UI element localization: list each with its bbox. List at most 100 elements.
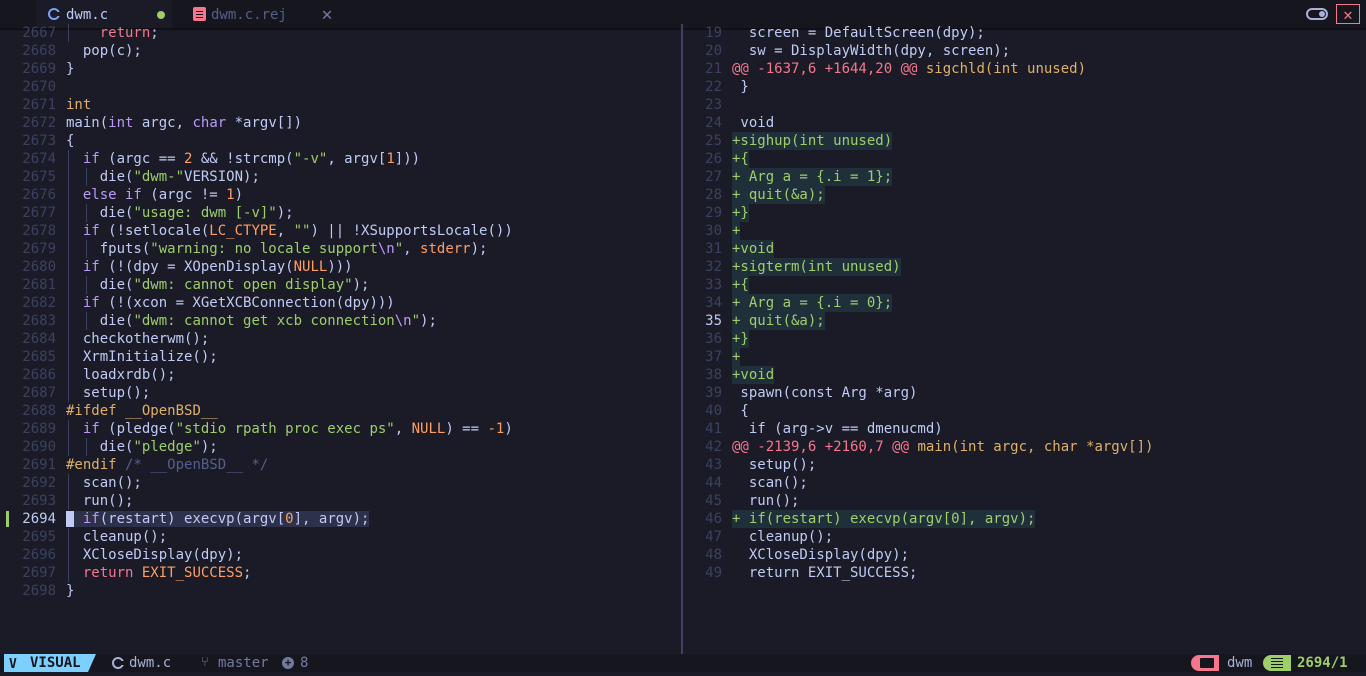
- code-line[interactable]: 2696 XCloseDisplay(dpy);: [0, 546, 681, 564]
- line-number: 22: [705, 79, 722, 95]
- code-line[interactable]: 2681 die("dwm: cannot open display");: [0, 276, 681, 294]
- line-number: 2687: [22, 385, 56, 401]
- code-line[interactable]: 2692 scan();: [0, 474, 681, 492]
- current-code-line[interactable]: 2694 if(restart) execvp(argv[0], argv);: [0, 510, 681, 528]
- code-line[interactable]: 2673 {: [0, 132, 681, 150]
- code-text: #endif /* __OpenBSD__ */: [66, 457, 269, 473]
- code-line[interactable]: 2685 XrmInitialize();: [0, 348, 681, 366]
- line-number: 24: [705, 115, 722, 131]
- code-line[interactable]: 2690 die("pledge");: [0, 438, 681, 456]
- code-line[interactable]: 2695 cleanup();: [0, 528, 681, 546]
- code-line[interactable]: 2675 die("dwm-"VERSION);: [0, 168, 681, 186]
- diff-line[interactable]: 45 run();: [683, 492, 1366, 510]
- diff-line[interactable]: 24 void: [683, 114, 1366, 132]
- code-text: if (!(xcon = XGetXCBConnection(dpy))): [82, 295, 395, 311]
- diff-added-line[interactable]: 25 +sighup(int unused): [683, 132, 1366, 150]
- diff-line[interactable]: 48 XCloseDisplay(dpy);: [683, 546, 1366, 564]
- code-line[interactable]: 2697 return EXIT_SUCCESS;: [0, 564, 681, 582]
- code-text: if (!(dpy = XOpenDisplay(NULL))): [82, 259, 353, 275]
- diff-line[interactable]: 20 sw = DisplayWidth(dpy, screen);: [683, 42, 1366, 60]
- code-line[interactable]: 2680 if (!(dpy = XOpenDisplay(NULL))): [0, 258, 681, 276]
- diff-line[interactable]: 19 screen = DefaultScreen(dpy);: [683, 24, 1366, 42]
- folder-icon: [1200, 658, 1214, 668]
- line-number: 44: [705, 475, 722, 491]
- line-number: 31: [705, 241, 722, 257]
- diff-text: +}: [732, 330, 749, 348]
- line-number: 2676: [22, 187, 56, 203]
- line-number: 2670: [22, 79, 56, 95]
- code-line[interactable]: 2682 if (!(xcon = XGetXCBConnection(dpy)…: [0, 294, 681, 312]
- diff-hunk-header[interactable]: 42 @@ -2139,6 +2160,7 @@ main(int argc, c…: [683, 438, 1366, 456]
- diff-added-line[interactable]: 27 + Arg a = {.i = 1};: [683, 168, 1366, 186]
- code-line[interactable]: 2686 loadxrdb();: [0, 366, 681, 384]
- line-number: 27: [705, 169, 722, 185]
- code-line[interactable]: 2676 else if (argc != 1): [0, 186, 681, 204]
- diff-line[interactable]: 47 cleanup();: [683, 528, 1366, 546]
- modified-indicator-icon: [157, 11, 165, 19]
- diff-added-line[interactable]: 37 +: [683, 348, 1366, 366]
- status-added-count: 8: [300, 655, 309, 671]
- diff-added-line[interactable]: 28 + quit(&a);: [683, 186, 1366, 204]
- line-number: 2679: [22, 241, 56, 257]
- code-line[interactable]: 2678 if (!setlocale(LC_CTYPE, "") || !XS…: [0, 222, 681, 240]
- diff-text: screen = DefaultScreen(dpy);: [732, 25, 985, 41]
- code-line[interactable]: 2672 main(int argc, char *argv[]): [0, 114, 681, 132]
- diff-line[interactable]: 22 }: [683, 78, 1366, 96]
- diff-added-line[interactable]: 46 + if(restart) execvp(argv[0], argv);: [683, 510, 1366, 528]
- diff-hunk-header[interactable]: 21 @@ -1637,6 +1644,20 @@ sigchld(int unu…: [683, 60, 1366, 78]
- code-line[interactable]: 2674 if (argc == 2 && !strcmp("-v", argv…: [0, 150, 681, 168]
- editor-pane-left[interactable]: 2667 return; 2668 pop(c); 2669} 2670 267…: [0, 24, 681, 654]
- toggle-icon[interactable]: [1306, 8, 1328, 20]
- code-line[interactable]: 2691 #endif /* __OpenBSD__ */: [0, 456, 681, 474]
- line-number: 33: [705, 277, 722, 293]
- diff-added-line[interactable]: 33 +{: [683, 276, 1366, 294]
- editor-pane-right[interactable]: 19 screen = DefaultScreen(dpy); 20 sw = …: [683, 24, 1366, 654]
- line-number: 2688: [22, 403, 56, 419]
- diff-text: spawn(const Arg *arg): [732, 385, 918, 401]
- diff-added-line[interactable]: 38 +void: [683, 366, 1366, 384]
- code-line[interactable]: 2687 setup();: [0, 384, 681, 402]
- diff-added-line[interactable]: 26 +{: [683, 150, 1366, 168]
- code-line[interactable]: 2677 die("usage: dwm [-v]");: [0, 204, 681, 222]
- diff-line[interactable]: 40 {: [683, 402, 1366, 420]
- diff-text: scan();: [732, 475, 808, 491]
- line-number: 2698: [22, 583, 56, 599]
- code-line[interactable]: 2669}: [0, 60, 681, 78]
- code-line[interactable]: 2688 #ifdef __OpenBSD__: [0, 402, 681, 420]
- diff-text: +: [732, 222, 741, 240]
- git-branch-icon: ⑂: [201, 655, 209, 670]
- code-text: int: [66, 97, 92, 113]
- diff-line[interactable]: 43 setup();: [683, 456, 1366, 474]
- diff-line[interactable]: 44 scan();: [683, 474, 1366, 492]
- code-line[interactable]: 2698}: [0, 582, 681, 600]
- code-line[interactable]: 2668 pop(c);: [0, 42, 681, 60]
- diff-added-line[interactable]: 35 + quit(&a);: [683, 312, 1366, 330]
- code-line[interactable]: 2683 die("dwm: cannot get xcb connection…: [0, 312, 681, 330]
- window-close-button[interactable]: ✕: [1336, 4, 1360, 24]
- code-line[interactable]: 2670: [0, 78, 681, 96]
- diff-added-line[interactable]: 32 +sigterm(int unused): [683, 258, 1366, 276]
- command-line[interactable]: [0, 672, 1366, 676]
- line-number: 48: [705, 547, 722, 563]
- code-line[interactable]: 2693 run();: [0, 492, 681, 510]
- code-line[interactable]: 2667 return;: [0, 24, 681, 42]
- line-number: 2668: [22, 43, 56, 59]
- diff-added-line[interactable]: 29 +}: [683, 204, 1366, 222]
- code-line[interactable]: 2689 if (pledge("stdio rpath proc exec p…: [0, 420, 681, 438]
- diff-added-line[interactable]: 30 +: [683, 222, 1366, 240]
- line-number: 26: [705, 151, 722, 167]
- code-line[interactable]: 2679 fputs("warning: no locale support\n…: [0, 240, 681, 258]
- code-line[interactable]: 2684 checkotherwm();: [0, 330, 681, 348]
- diff-added-line[interactable]: 36 +}: [683, 330, 1366, 348]
- diff-added-line[interactable]: 31 +void: [683, 240, 1366, 258]
- diff-line[interactable]: 49 return EXIT_SUCCESS;: [683, 564, 1366, 582]
- diff-added-line[interactable]: 34 + Arg a = {.i = 0};: [683, 294, 1366, 312]
- line-number: 2680: [22, 259, 56, 275]
- diff-line[interactable]: 39 spawn(const Arg *arg): [683, 384, 1366, 402]
- code-text: die("usage: dwm [-v]");: [66, 205, 294, 221]
- code-line[interactable]: 2671 int: [0, 96, 681, 114]
- diff-text: {: [732, 403, 749, 419]
- diff-line[interactable]: 23: [683, 96, 1366, 114]
- line-number: 36: [705, 331, 722, 347]
- diff-line[interactable]: 41 if (arg->v == dmenucmd): [683, 420, 1366, 438]
